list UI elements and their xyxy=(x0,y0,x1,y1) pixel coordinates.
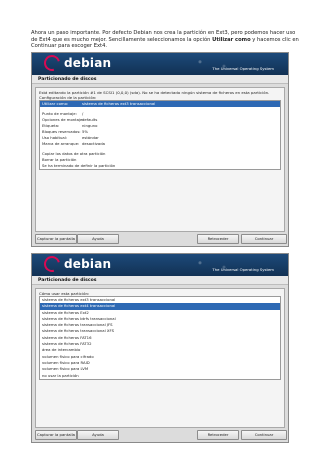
screenshot-button[interactable]: Capturar la pantalla xyxy=(35,234,77,244)
filesystem-options-list: sistema de ficheros ext3 transaccional s… xyxy=(39,296,281,380)
debian-logo: debian xyxy=(64,257,112,271)
installer-window-1: debian The Universal Operating System Pa… xyxy=(31,52,289,247)
debian-banner: debian The Universal Operating System xyxy=(32,254,288,276)
page-title: Particionado de discos xyxy=(32,75,288,84)
help-button[interactable]: Ayuda xyxy=(77,430,119,440)
debian-banner: debian The Universal Operating System xyxy=(32,53,288,75)
button-bar: Capturar la pantalla Ayuda Retroceder Co… xyxy=(35,234,287,244)
debian-logo: debian xyxy=(64,56,112,70)
screenshot-button[interactable]: Capturar la pantalla xyxy=(35,430,77,440)
back-button[interactable]: Retroceder xyxy=(197,430,239,440)
back-button[interactable]: Retroceder xyxy=(197,234,239,244)
list-item-done-partition[interactable]: Se ha terminado de definir la partición xyxy=(40,163,280,169)
continue-button[interactable]: Continuar xyxy=(241,430,287,440)
intro-bold-option: Utilizar como xyxy=(212,36,251,43)
partition-description: Está editando la partición #1 de SCSI1 (… xyxy=(39,90,270,95)
help-button[interactable]: Ayuda xyxy=(77,234,119,244)
partition-settings-list: Utilizar como: sistema de ficheros ext3 t… xyxy=(39,100,281,170)
debian-swirl-icon xyxy=(41,254,63,275)
content-panel: Está editando la partición #1 de SCSI1 (… xyxy=(35,87,285,232)
list-item-do-not-use[interactable]: no usar la partición xyxy=(40,373,280,379)
installer-window-2: debian The Universal Operating System Pa… xyxy=(31,253,289,443)
banner-tagline: The Universal Operating System xyxy=(212,267,274,272)
banner-tagline: The Universal Operating System xyxy=(212,66,274,71)
banner-decoration xyxy=(182,254,242,276)
intro-paragraph: Ahora un paso importante. Por defecto De… xyxy=(31,30,301,50)
page-title: Particionado de discos xyxy=(32,276,288,285)
banner-decoration xyxy=(182,53,242,75)
continue-button[interactable]: Continuar xyxy=(241,234,287,244)
button-bar: Capturar la pantalla Ayuda Retroceder Co… xyxy=(35,430,287,440)
debian-swirl-icon xyxy=(41,53,63,74)
content-panel: Cómo usar esta partición: sistema de fic… xyxy=(35,288,285,428)
